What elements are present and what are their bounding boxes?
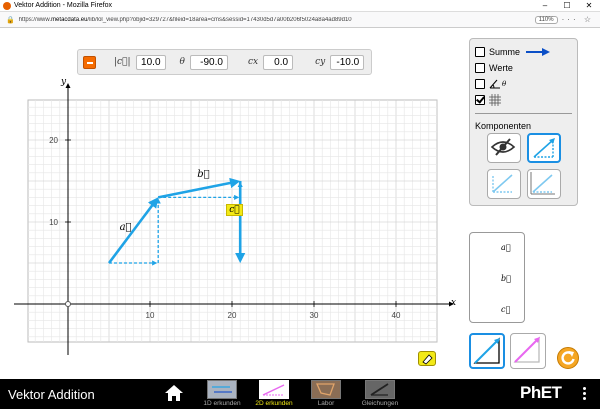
grid-background	[27, 99, 438, 343]
components-label: Komponenten	[475, 121, 532, 131]
url-domain: metacdata.eu	[51, 16, 88, 23]
window-titlebar: Vektor Addition - Mozilla Firefox – ☐ ✕	[0, 0, 600, 12]
phet-navbar: Vektor Addition 1D erkunden 2D erkunden …	[0, 379, 600, 409]
grid-checkbox[interactable]	[475, 95, 485, 105]
screen-tab-lab[interactable]: Labor	[301, 379, 351, 409]
grid-icon	[489, 94, 501, 106]
close-button[interactable]: ✕	[578, 0, 600, 12]
maximize-button[interactable]: ☐	[556, 0, 578, 12]
y-tick-label: 20	[49, 136, 58, 145]
axis-components-icon	[530, 172, 555, 195]
x-axis-label: x	[451, 298, 457, 308]
2d-vector-icon	[262, 384, 285, 396]
url-text[interactable]: https://www.metacdata.eu/lib/lol_view.ph…	[19, 17, 535, 23]
angle-checkbox[interactable]	[475, 79, 485, 89]
phet-menu-icon[interactable]	[583, 387, 587, 401]
simulation-area: |c⃗| 10.0 θ -90.0 cx 0.0 cy -10.0 10 20 30…	[0, 29, 600, 379]
phet-logo-text: PhET	[520, 383, 562, 402]
window-controls: – ☐ ✕	[534, 0, 600, 12]
lock-icon: 🔒	[6, 16, 15, 24]
reset-icon	[561, 351, 575, 365]
blue-vector-set-button[interactable]	[469, 333, 505, 369]
vector-b-label: b⃗	[197, 169, 210, 181]
vector-list-item-c[interactable]: c⃗	[501, 305, 510, 314]
firefox-icon	[3, 1, 11, 10]
screen-1d-thumbnail	[207, 380, 237, 399]
origin-marker	[65, 301, 71, 307]
x-tick-label: 30	[310, 311, 319, 320]
url-prefix: https://www.	[18, 16, 52, 23]
blue-triangle-icon	[473, 337, 500, 364]
pink-triangle-icon	[513, 336, 540, 363]
screen-tab-equations[interactable]: Gleichungen	[355, 379, 405, 409]
angle-checkbox-row[interactable]: θ	[470, 76, 577, 92]
equations-icon	[370, 383, 389, 396]
x-tick-label: 10	[146, 311, 155, 320]
sim-title: Vektor Addition	[8, 387, 95, 402]
reset-all-button[interactable]	[557, 347, 579, 369]
y-tick-label: 10	[49, 218, 58, 227]
zoom-level[interactable]: 110%	[534, 15, 558, 24]
grid-checkbox-row[interactable]	[470, 92, 577, 108]
components-axis-button[interactable]	[527, 169, 561, 199]
graph-grid	[27, 99, 438, 343]
sum-checkbox[interactable]	[475, 47, 485, 57]
minimize-button[interactable]: –	[534, 0, 556, 12]
screen-1d-label: 1D erkunden	[203, 400, 241, 407]
values-checkbox-row[interactable]: Werte	[470, 60, 577, 76]
screen-2d-thumbnail	[259, 380, 289, 399]
components-triangle-button[interactable]	[527, 133, 561, 163]
screen-tab-1d[interactable]: 1D erkunden	[197, 379, 247, 409]
angle-icon	[489, 79, 500, 89]
screen-equations-thumbnail	[365, 380, 395, 399]
1d-arrows-icon	[212, 386, 232, 393]
vector-c-label: c⃗	[226, 204, 243, 216]
components-parallelogram-button[interactable]	[487, 169, 521, 199]
screen-equations-label: Gleichungen	[361, 400, 399, 407]
options-panel: Summe Werte θ Komponenten	[469, 38, 578, 206]
screen-tab-2d[interactable]: 2D erkunden	[249, 379, 299, 409]
pink-vector-set-button[interactable]	[510, 333, 546, 369]
eraser-button[interactable]	[418, 351, 436, 366]
x-tick-label: 20	[228, 311, 237, 320]
lab-polygon-icon	[315, 383, 335, 396]
screen-lab-thumbnail	[311, 380, 341, 399]
sum-checkbox-row[interactable]: Summe	[470, 44, 577, 60]
eye-hidden-icon	[490, 138, 516, 156]
triangle-components-icon	[533, 138, 555, 158]
url-path: /lib/lol_view.php?objid=329727&fileid=18…	[87, 16, 352, 23]
values-checkbox[interactable]	[475, 63, 485, 73]
url-bar[interactable]: 🔒 https://www.metacdata.eu/lib/lol_view.…	[0, 12, 600, 28]
eraser-icon	[422, 354, 433, 365]
vector-list-item-a[interactable]: a⃗	[501, 243, 511, 252]
sum-label: Summe	[489, 47, 521, 57]
vector-list-panel: a⃗ b⃗ c⃗	[469, 232, 525, 323]
components-hidden-button[interactable]	[487, 133, 521, 163]
sum-arrow-icon	[526, 48, 551, 56]
values-label: Werte	[489, 63, 513, 73]
screen-2d-label: 2D erkunden	[255, 400, 293, 407]
y-axis-label: y	[61, 77, 67, 87]
parallelogram-components-icon	[492, 174, 513, 193]
x-tick-label: 40	[392, 311, 401, 320]
home-icon[interactable]	[164, 384, 184, 402]
phet-logo[interactable]: PhET	[520, 383, 562, 403]
vector-list-item-b[interactable]: b⃗	[501, 274, 511, 283]
screen-lab-label: Labor	[317, 400, 335, 407]
page-actions-icon[interactable]: ··· ☆	[562, 15, 594, 24]
vector-a-label: a⃗	[119, 222, 132, 234]
window-title: Vektor Addition - Mozilla Firefox	[14, 2, 113, 9]
angle-symbol: θ	[502, 80, 507, 88]
